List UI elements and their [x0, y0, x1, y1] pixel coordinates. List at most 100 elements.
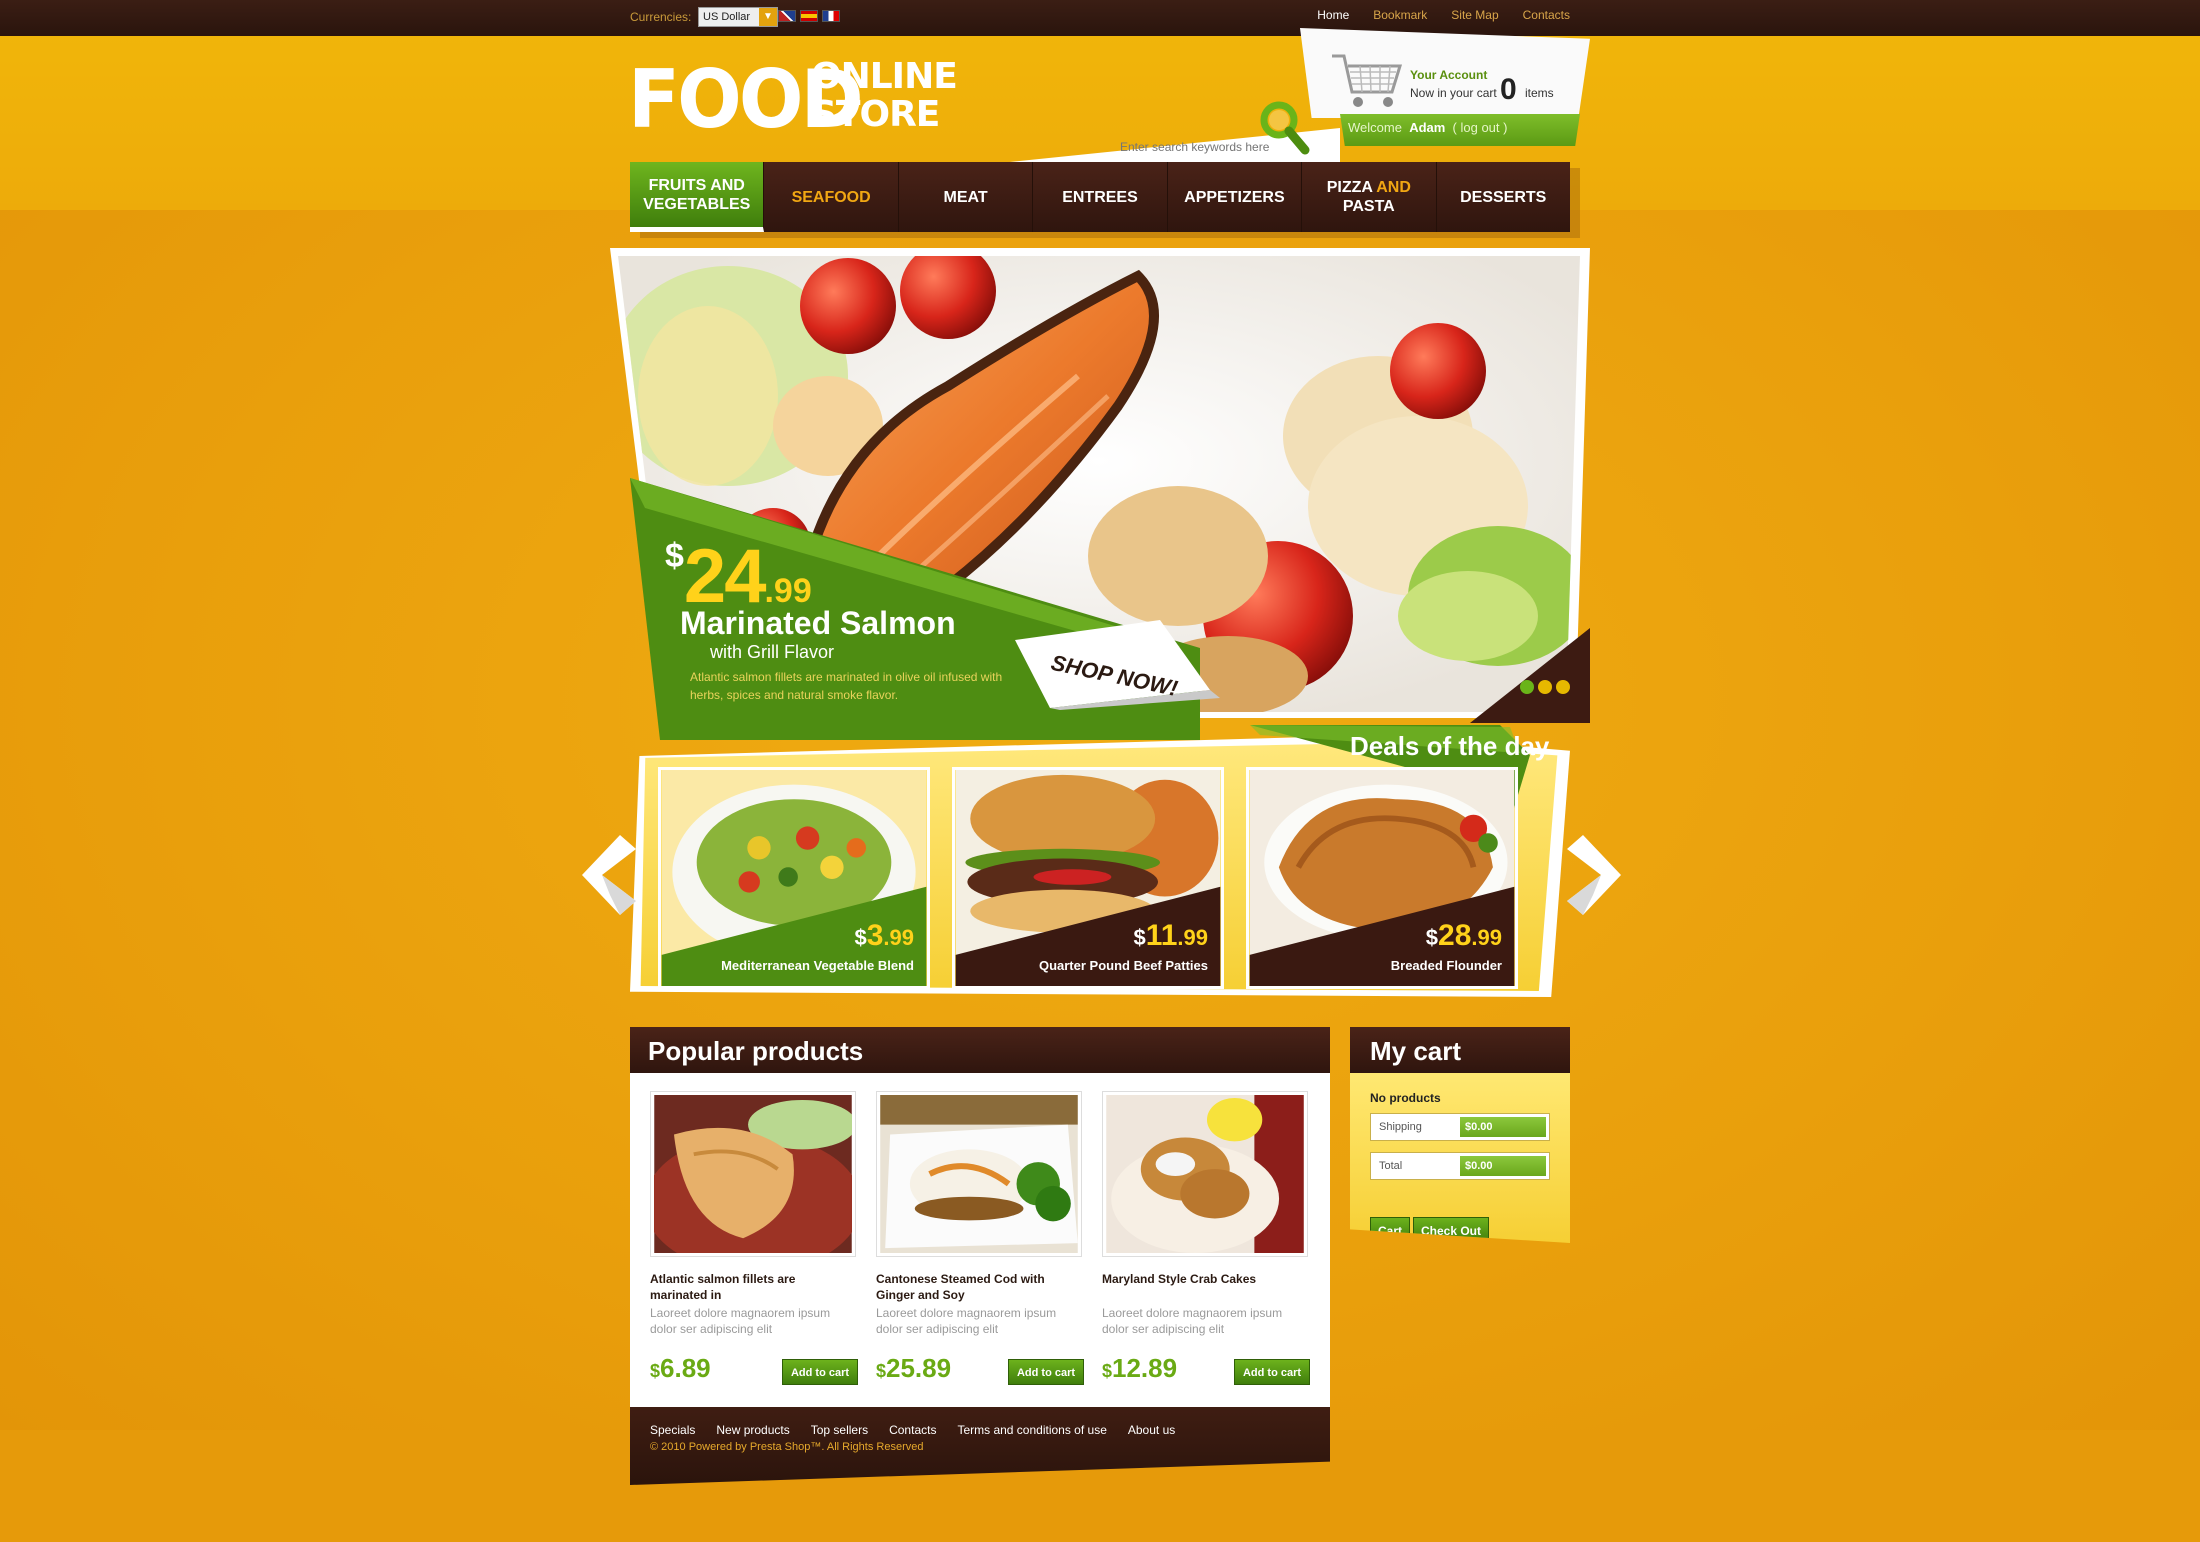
currency-select[interactable]: US Dollar ▼ [698, 7, 778, 27]
nav-item-appetizers[interactable]: APPETIZERS [1168, 162, 1303, 232]
hero-banner[interactable]: $24.99 Marinated Salmon with Grill Flavo… [610, 248, 1590, 748]
deal-price-whole: 11 [1145, 919, 1178, 952]
welcome-label: Welcome [1348, 120, 1402, 135]
deal-card[interactable]: $3.99 Mediterranean Vegetable Blend [658, 767, 930, 989]
footer-link-new-products[interactable]: New products [716, 1423, 789, 1437]
top-bar: Currencies: US Dollar ▼ Home Bookmark Si… [0, 0, 2200, 36]
footer-link-specials[interactable]: Specials [650, 1423, 695, 1437]
footer-link-terms[interactable]: Terms and conditions of use [957, 1423, 1106, 1437]
deal-price-currency: $ [1133, 925, 1146, 950]
footer-copyright: © 2010 Powered by Presta Shop™. All Righ… [650, 1441, 924, 1453]
deal-price-currency: $ [854, 925, 867, 950]
product-price: $12.89 [1102, 1353, 1177, 1384]
checkout-button[interactable]: Check Out [1413, 1217, 1489, 1243]
nav-item-fruits-vegetables[interactable]: FRUITS AND VEGETABLES [630, 162, 765, 232]
product-description: Laoreet dolore magnaorem ipsum dolor ser… [650, 1306, 831, 1336]
deal-name: Mediterranean Vegetable Blend [721, 958, 914, 973]
shipping-label: Shipping [1379, 1121, 1422, 1133]
welcome-text: Welcome Adam ( log out ) [1348, 120, 1507, 135]
deal-price: $28.99 [1426, 919, 1502, 953]
deal-name: Quarter Pound Beef Patties [1038, 958, 1208, 973]
product-price: $6.89 [650, 1353, 711, 1384]
nav-pizza-word: PIZZA [1326, 179, 1373, 196]
total-value: $0.00 [1460, 1156, 1546, 1176]
logo-word-store: STORE [811, 94, 940, 135]
deal-name: Breaded Flounder [1390, 958, 1502, 973]
slide-dot-3[interactable] [1556, 680, 1570, 694]
nav-item-desserts[interactable]: DESSERTS [1437, 162, 1570, 232]
flag-french-icon[interactable] [822, 10, 840, 22]
add-to-cart-button[interactable]: Add to cart [1008, 1359, 1084, 1385]
deal-price-cents: .99 [1471, 925, 1502, 950]
site-logo[interactable]: FOOD ONLINE STORE [628, 58, 958, 140]
my-cart-header: My cart [1350, 1027, 1570, 1073]
hero-product-description: Atlantic salmon fillets are marinated in… [690, 670, 1003, 702]
product-name[interactable]: Maryland Style Crab Cakes [1102, 1271, 1302, 1287]
popular-body: Atlantic salmon fillets are marinated in… [630, 1073, 1330, 1407]
product-description: Laoreet dolore magnaorem ipsum dolor ser… [876, 1306, 1057, 1336]
product-price-currency: $ [876, 1361, 887, 1381]
shopping-cart-icon[interactable] [1330, 48, 1408, 112]
deals-title: Deals of the day [1350, 731, 1550, 761]
deal-card[interactable]: $11.99 Quarter Pound Beef Patties [952, 767, 1224, 989]
popular-title: Popular products [648, 1036, 864, 1066]
total-row: Total $0.00 [1370, 1152, 1550, 1180]
deal-price-cents: .99 [1177, 925, 1208, 950]
hero-product-name: Marinated Salmon [680, 605, 956, 641]
footer-link-top-sellers[interactable]: Top sellers [811, 1423, 868, 1437]
nav-item-entrees[interactable]: ENTREES [1033, 162, 1168, 232]
slide-dot-1[interactable] [1520, 680, 1534, 694]
salmon-fillet-image[interactable] [650, 1091, 856, 1257]
product-price: $25.89 [876, 1353, 951, 1384]
logout-link[interactable]: ( log out ) [1453, 120, 1508, 135]
shipping-value: $0.00 [1460, 1117, 1546, 1137]
your-account-link[interactable]: Your Account [1410, 68, 1487, 82]
main-navigation: FRUITS AND VEGETABLES SEAFOOD MEAT ENTRE… [630, 162, 1570, 232]
deal-price-whole: 28 [1438, 919, 1472, 952]
deal-price-whole: 3 [866, 919, 884, 952]
flag-spanish-icon[interactable] [800, 10, 818, 22]
add-to-cart-button[interactable]: Add to cart [1234, 1359, 1310, 1385]
product-price-currency: $ [1102, 1361, 1113, 1381]
product-price-value: 12.89 [1112, 1353, 1178, 1383]
slide-dot-2[interactable] [1538, 680, 1552, 694]
footer: Specials New products Top sellers Contac… [630, 1407, 1330, 1485]
account-panel: Your Account Now in your cart 0 items We… [1300, 28, 1590, 158]
currencies-label: Currencies: [630, 10, 692, 24]
logo-word-online: ONLINE [811, 56, 958, 97]
hero-price-currency: $ [665, 537, 684, 575]
top-link-home[interactable]: Home [1317, 8, 1349, 22]
deal-card[interactable]: $28.99 Breaded Flounder [1246, 767, 1518, 989]
nav-item-meat[interactable]: MEAT [899, 162, 1034, 232]
product-description: Laoreet dolore magnaorem ipsum dolor ser… [1102, 1306, 1283, 1336]
deals-prev-arrow-icon[interactable] [580, 835, 636, 915]
cart-count: 0 [1500, 73, 1517, 106]
steamed-cod-image[interactable] [876, 1091, 1082, 1257]
breaded-flounder-image [1246, 767, 1518, 989]
add-to-cart-button[interactable]: Add to cart [782, 1359, 858, 1385]
top-link-sitemap[interactable]: Site Map [1451, 8, 1498, 22]
nav-pasta-word: PASTA [1342, 198, 1395, 215]
top-link-bookmark[interactable]: Bookmark [1373, 8, 1427, 22]
cart-button[interactable]: Cart [1370, 1217, 1410, 1243]
deal-price-currency: $ [1425, 925, 1439, 950]
chevron-down-icon: ▼ [759, 8, 777, 26]
product-name[interactable]: Cantonese Steamed Cod with Ginger and So… [876, 1271, 1076, 1303]
vegetable-blend-image [658, 767, 930, 989]
nav-item-pizza-pasta[interactable]: PIZZA AND PASTA [1302, 162, 1437, 232]
shop-now-button[interactable]: SHOP NOW! [1010, 620, 1250, 710]
deals-next-arrow-icon[interactable] [1567, 835, 1623, 915]
crab-cakes-image[interactable] [1102, 1091, 1308, 1257]
no-products-text: No products [1370, 1091, 1441, 1105]
footer-link-contacts[interactable]: Contacts [889, 1423, 936, 1437]
flag-english-icon[interactable] [778, 10, 796, 22]
product-name[interactable]: Atlantic salmon fillets are marinated in [650, 1271, 850, 1303]
footer-link-about[interactable]: About us [1128, 1423, 1175, 1437]
nav-item-seafood[interactable]: SEAFOOD [764, 162, 899, 232]
hero-corner [1470, 628, 1590, 723]
cart-summary-text: Now in your cart [1410, 86, 1497, 100]
popular-products: Popular products Atlantic salmon fillets… [630, 1027, 1330, 1485]
my-cart: My cart No products Shipping $0.00 Total… [1350, 1027, 1570, 1247]
top-link-contacts[interactable]: Contacts [1523, 8, 1570, 22]
deal-price-cents: .99 [883, 925, 914, 950]
